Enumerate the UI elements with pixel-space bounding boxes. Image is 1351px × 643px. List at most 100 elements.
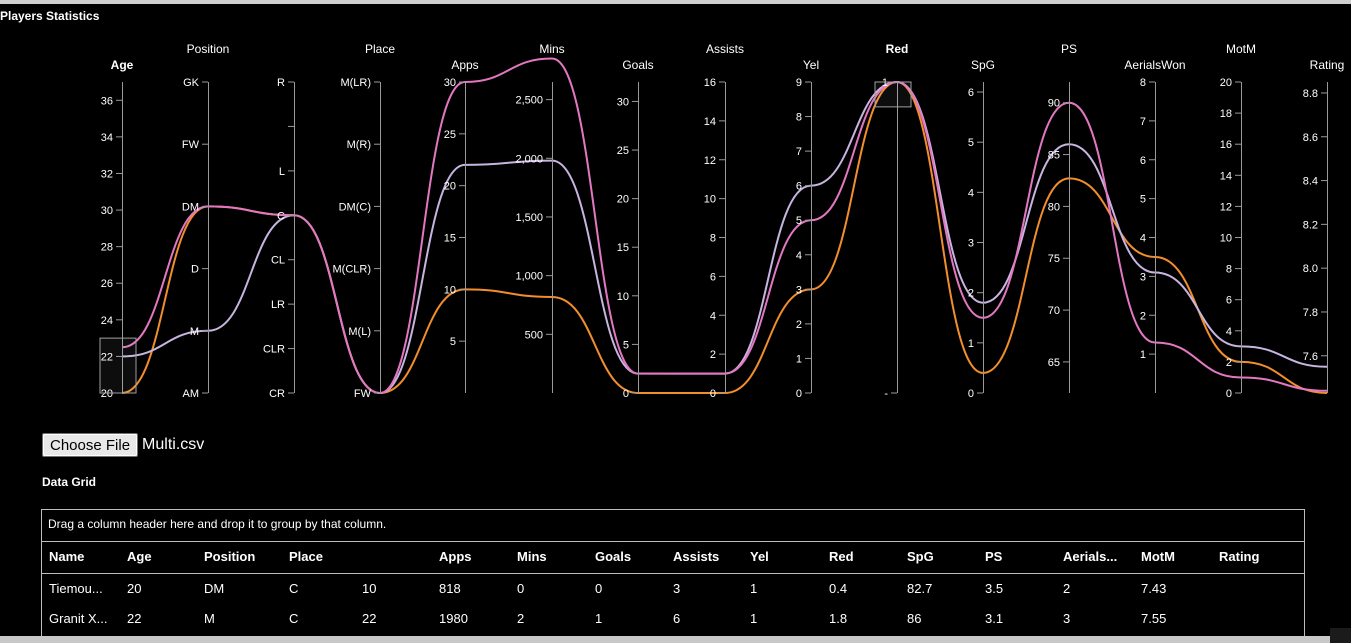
column-header[interactable]: Apps bbox=[439, 542, 472, 571]
axis-label: AerialsWon bbox=[1124, 58, 1185, 72]
tick-label: C bbox=[277, 210, 285, 222]
choose-file-button[interactable]: Choose File bbox=[42, 433, 139, 457]
tick-label: 8.4 bbox=[1303, 176, 1318, 188]
axis-label: Rating bbox=[1310, 58, 1345, 72]
axis-label: Yel bbox=[803, 58, 819, 72]
tick-label: 5 bbox=[1140, 194, 1146, 206]
tick-label: 3 bbox=[796, 284, 802, 296]
grid-body: Tiemou... 20 DM C 10 818 0 0 3 1 0.4 82.7 3.5 2 7.43 Gr… bbox=[42, 574, 1304, 634]
tick-label: 4 bbox=[1226, 326, 1232, 338]
axis-yel: Yel 0 1 2 3 4 5 6 7 8 9 bbox=[796, 58, 819, 400]
tick-label: 24 bbox=[101, 315, 113, 327]
brush-selection bbox=[874, 81, 912, 108]
column-header[interactable]: SpG bbox=[907, 542, 934, 571]
tick-label: DM(C) bbox=[339, 201, 371, 213]
axis-label: PS bbox=[1061, 42, 1077, 56]
column-header[interactable]: Mins bbox=[517, 542, 547, 571]
column-header[interactable]: Place bbox=[289, 542, 323, 571]
table-cell: 0 bbox=[595, 581, 603, 596]
tick-label: 1,500 bbox=[515, 212, 543, 224]
table-cell: 7.55 bbox=[1141, 611, 1167, 626]
tick-label: 2 bbox=[968, 288, 974, 300]
tick-label: 6 bbox=[796, 181, 802, 193]
column-header[interactable]: PS bbox=[985, 542, 1002, 571]
axis-label: Apps bbox=[451, 58, 478, 72]
tick-label: 3 bbox=[968, 238, 974, 250]
parallel-coordinates-chart[interactable]: Age202224262830323436PositionAMMDDMFWGKC… bbox=[0, 0, 1351, 425]
column-header[interactable]: Aerials... bbox=[1063, 542, 1117, 571]
tick-label: 2 bbox=[1226, 357, 1232, 369]
tick-label: 20 bbox=[1220, 77, 1232, 89]
axis-spg: SpG 0 1 2 3 4 5 6 bbox=[968, 58, 995, 400]
tick-label: 30 bbox=[444, 77, 456, 89]
tick-label: 20 bbox=[617, 194, 629, 206]
tick-label: D bbox=[191, 264, 199, 276]
tick-label: - bbox=[884, 388, 888, 400]
table-row[interactable]: Granit X... 22 M C 22 1980 2 1 6 1 1.8 86 3.1 3 7.55 bbox=[42, 604, 1304, 634]
tick-label: 7 bbox=[1140, 116, 1146, 128]
tick-label: 1 bbox=[796, 353, 802, 365]
tick-label: 15 bbox=[444, 233, 456, 245]
axis-place: Place FW M(L) M(CLR) DM(C) M(R) M(LR) bbox=[333, 42, 396, 400]
table-cell: 1 bbox=[750, 611, 758, 626]
tick-label: 8 bbox=[796, 112, 802, 124]
column-header[interactable]: Yel bbox=[750, 542, 769, 571]
tick-label: LR bbox=[271, 299, 285, 311]
tick-label: 32 bbox=[101, 168, 113, 180]
table-cell: 22 bbox=[127, 611, 142, 626]
tick-label: 6 bbox=[1140, 155, 1146, 167]
tick-label: 30 bbox=[101, 205, 113, 217]
column-header[interactable]: MotM bbox=[1141, 542, 1175, 571]
tick-label: 2,000 bbox=[515, 153, 543, 165]
tick-label: 5 bbox=[450, 336, 456, 348]
tick-label: 0 bbox=[1226, 388, 1232, 400]
tick-label: 20 bbox=[444, 181, 456, 193]
tick-label: R bbox=[277, 77, 285, 89]
tick-label: 2 bbox=[1140, 310, 1146, 322]
table-cell: 3 bbox=[1063, 611, 1071, 626]
tick-label: GK bbox=[183, 77, 200, 89]
tick-label: 6 bbox=[710, 271, 716, 283]
column-header[interactable]: Rating bbox=[1219, 542, 1259, 571]
column-header[interactable]: Goals bbox=[595, 542, 631, 571]
table-cell: 0 bbox=[517, 581, 525, 596]
table-row[interactable]: Tiemou... 20 DM C 10 818 0 0 3 1 0.4 82.7 3.5 2 7.43 bbox=[42, 574, 1304, 604]
table-cell: 3 bbox=[673, 581, 681, 596]
tick-label: 90 bbox=[1048, 98, 1060, 110]
table-cell: 818 bbox=[439, 581, 461, 596]
file-input[interactable]: Choose File Multi.csv bbox=[42, 433, 204, 457]
column-header[interactable]: Name bbox=[49, 542, 84, 571]
column-header[interactable]: Red bbox=[829, 542, 854, 571]
column-header[interactable]: Age bbox=[127, 542, 152, 571]
tick-label: CLR bbox=[263, 344, 285, 356]
tick-label: 70 bbox=[1048, 305, 1060, 317]
tick-label: 2 bbox=[796, 319, 802, 331]
tick-label: 2 bbox=[710, 349, 716, 361]
tick-label: 8.6 bbox=[1303, 132, 1318, 144]
table-cell: Tiemou... bbox=[49, 581, 103, 596]
tick-label: 1 bbox=[1140, 349, 1146, 361]
scrollbar-corner bbox=[1330, 628, 1351, 643]
tick-label: 4 bbox=[1140, 233, 1146, 245]
data-grid-title: Data Grid bbox=[42, 475, 97, 489]
tick-label: FW bbox=[354, 388, 372, 400]
tick-label: 15 bbox=[617, 242, 629, 254]
table-cell: DM bbox=[204, 581, 225, 596]
axis-label: Place bbox=[365, 42, 395, 56]
axis-label: Age bbox=[111, 58, 134, 72]
column-header[interactable]: Assists bbox=[673, 542, 719, 571]
column-header[interactable]: Position bbox=[204, 542, 255, 571]
group-by-drop-panel[interactable]: Drag a column header here and drop it to… bbox=[42, 510, 1304, 542]
table-cell: 2 bbox=[517, 611, 525, 626]
tick-label: 5 bbox=[623, 339, 629, 351]
tick-label: 30 bbox=[617, 96, 629, 108]
tick-label: 500 bbox=[525, 329, 543, 341]
tick-label: CR bbox=[269, 388, 285, 400]
table-cell: 1.8 bbox=[829, 611, 848, 626]
axis-label: Mins bbox=[539, 42, 564, 56]
grid-header-row: Name Age Position Place Apps Mins Goals Assists… bbox=[42, 542, 1304, 574]
table-cell: 20 bbox=[127, 581, 142, 596]
tick-label: DM bbox=[182, 201, 199, 213]
axis-assists: Assists 0 2 4 6 8 10 12 14 16 bbox=[704, 42, 744, 400]
horizontal-scrollbar[interactable] bbox=[0, 636, 1330, 643]
